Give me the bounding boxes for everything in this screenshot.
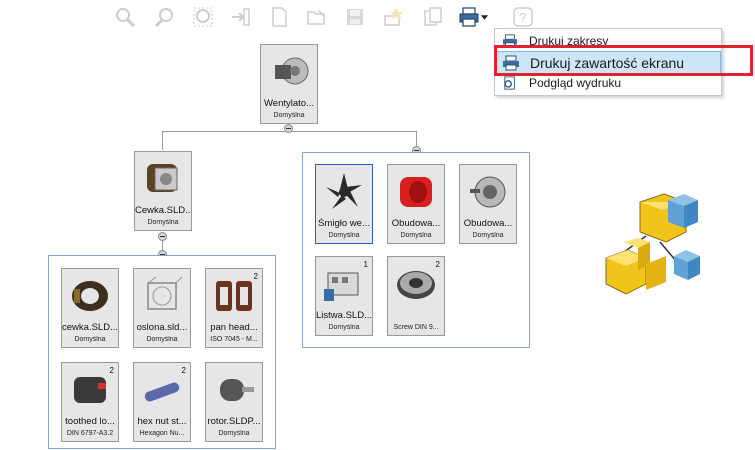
settings-icon[interactable] bbox=[380, 4, 406, 30]
tree-node-toothed-lock[interactable]: 2 toothed lo... DIN 6797-A3.2 bbox=[61, 355, 128, 442]
print-icon[interactable] bbox=[458, 4, 496, 30]
node-config: Domyślna bbox=[74, 336, 106, 343]
node-name: oslona.sld... bbox=[136, 322, 188, 333]
tree-node-screw[interactable]: 2 Screw DIN 9... bbox=[387, 249, 454, 336]
node-name: Listwa.SLD... bbox=[316, 310, 372, 321]
node-config: Hexagon Nu... bbox=[139, 430, 185, 437]
terminal-strip-part-icon bbox=[322, 263, 366, 305]
zoom-fit-icon[interactable] bbox=[112, 4, 138, 30]
tree-node-smiglo[interactable]: Śmigło we... Domyślna bbox=[315, 164, 373, 244]
tree-node-pan-head[interactable]: 2 pan head... ISO 7045 - M... bbox=[205, 261, 272, 348]
zoom-in-out-icon[interactable] bbox=[152, 4, 178, 30]
housing-part-icon bbox=[466, 171, 510, 213]
fan-assembly-icon bbox=[267, 51, 311, 93]
svg-text:?: ? bbox=[519, 10, 526, 25]
copy-icon[interactable] bbox=[420, 4, 446, 30]
component-group-right: Śmigło we... Domyślna Obudowa... Domyśln… bbox=[302, 152, 530, 348]
print-preview-icon bbox=[501, 75, 519, 91]
cover-part-icon bbox=[140, 275, 184, 317]
screw-part-icon bbox=[212, 275, 256, 317]
node-name: rotor.SLDP... bbox=[207, 416, 261, 427]
node-name: hex nut st... bbox=[137, 416, 187, 427]
chevron-down-icon[interactable] bbox=[480, 6, 489, 28]
node-config: Domyślna bbox=[472, 232, 504, 239]
tree-node-root[interactable]: Wentylato... Domyślna bbox=[260, 44, 318, 124]
node-name: toothed lo... bbox=[65, 416, 115, 427]
tree-node-rotor[interactable]: rotor.SLDP... Domyślna bbox=[205, 362, 263, 442]
tree-node-listwa[interactable]: 1 Listwa.SLD... Domyślna bbox=[315, 249, 382, 336]
node-config: ISO 7045 - M... bbox=[210, 336, 258, 343]
node-name: Cewka.SLD... bbox=[135, 205, 191, 216]
tree-node-hex-nut[interactable]: 2 hex nut st... Hexagon Nu... bbox=[133, 355, 200, 442]
zoom-area-icon[interactable] bbox=[190, 4, 216, 30]
tree-node-obudowa-1[interactable]: Obudowa... Domyślna bbox=[387, 164, 445, 244]
node-name: pan head... bbox=[210, 322, 258, 333]
rotor-part-icon bbox=[212, 369, 256, 411]
node-config: Domyślna bbox=[147, 219, 179, 226]
node-config: Domyślna bbox=[218, 430, 250, 437]
bearing-part-icon bbox=[394, 263, 438, 305]
node-config: Domyślna bbox=[328, 324, 360, 331]
node-name: Obudowa... bbox=[391, 218, 441, 229]
connector-line bbox=[162, 131, 163, 150]
node-config: Domyślna bbox=[328, 232, 360, 239]
fan-blade-part-icon bbox=[322, 171, 366, 213]
tree-node-oslona[interactable]: oslona.sld... Domyślna bbox=[133, 268, 191, 348]
node-name: Wentylato... bbox=[264, 98, 314, 109]
menu-item-print-preview[interactable]: Podgląd wydruku bbox=[495, 73, 721, 93]
tree-node-obudowa-2[interactable]: Obudowa... Domyślna bbox=[459, 164, 517, 244]
node-config: Domyślna bbox=[146, 336, 178, 343]
coil-assembly-icon bbox=[141, 158, 185, 200]
new-document-icon[interactable] bbox=[266, 4, 292, 30]
lock-washer-part-icon bbox=[68, 369, 112, 411]
import-icon[interactable] bbox=[228, 4, 254, 30]
node-name: cewka.SLD... bbox=[62, 322, 118, 333]
housing-part-icon bbox=[394, 171, 438, 213]
node-config: Domyślna bbox=[400, 232, 432, 239]
assembly-structure-icon bbox=[600, 186, 710, 298]
help-icon[interactable]: ? bbox=[510, 4, 536, 30]
collapse-toggle[interactable] bbox=[158, 232, 167, 241]
coil-part-icon bbox=[68, 275, 112, 317]
component-group-coil: cewka.SLD... Domyślna oslona.sld... Domy… bbox=[48, 255, 276, 449]
node-config: Screw DIN 9... bbox=[393, 324, 439, 331]
node-config: DIN 6797-A3.2 bbox=[66, 430, 114, 437]
tree-node-cewka[interactable]: cewka.SLD... Domyślna bbox=[61, 268, 119, 348]
node-config: Domyślna bbox=[273, 112, 305, 119]
highlight-frame bbox=[494, 45, 753, 76]
node-name: Obudowa... bbox=[463, 218, 513, 229]
tree-node-coil[interactable]: Cewka.SLD... Domyślna bbox=[134, 151, 192, 231]
node-name: Śmigło we... bbox=[318, 218, 370, 229]
hex-nut-part-icon bbox=[140, 369, 184, 411]
open-folder-icon[interactable] bbox=[304, 4, 330, 30]
menu-item-label: Podgląd wydruku bbox=[529, 76, 622, 90]
collapse-toggle[interactable] bbox=[284, 124, 293, 133]
save-icon[interactable] bbox=[342, 4, 368, 30]
